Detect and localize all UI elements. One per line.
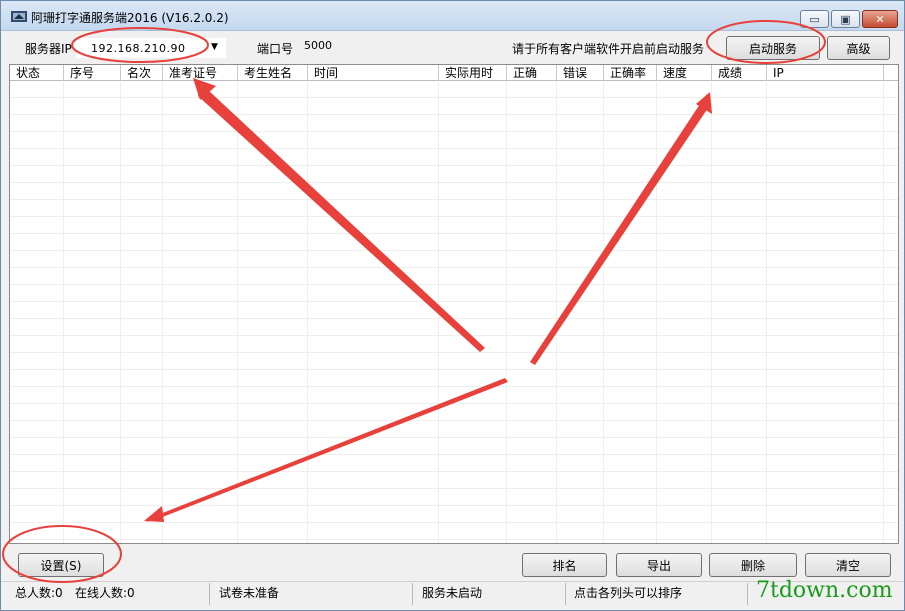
- server-ip-value: 192.168.210.90: [91, 42, 186, 55]
- app-icon: [11, 11, 27, 22]
- column-score[interactable]: 成绩: [712, 65, 767, 81]
- column-rank[interactable]: 名次: [121, 65, 163, 81]
- main-window: 阿珊打字通服务端2016 (V16.2.0.2) ▭ ▣ ✕ 服务器IP 192…: [0, 0, 905, 611]
- minimize-icon: ▭: [809, 12, 820, 26]
- action-bar: 设置(S) 排名 导出 删除 清空: [1, 549, 904, 579]
- column-errors[interactable]: 错误: [557, 65, 604, 81]
- rank-button[interactable]: 排名: [522, 553, 607, 577]
- service-status: 服务未启动: [416, 583, 566, 605]
- port-label: 端口号: [257, 42, 294, 56]
- dropdown-arrow-icon[interactable]: ▼: [211, 42, 218, 52]
- column-student-name[interactable]: 考生姓名: [238, 65, 308, 81]
- settings-button[interactable]: 设置(S): [18, 553, 104, 577]
- sort-hint: 点击各列头可以排序: [568, 583, 748, 605]
- online-count: 在线人数:0: [69, 583, 210, 605]
- advanced-button[interactable]: 高级: [827, 36, 890, 60]
- column-exam-id[interactable]: 准考证号: [163, 65, 238, 81]
- table-header: 状态 序号 名次 准考证号 考生姓名 时间 实际用时 正确 错误 正确率 速度 …: [10, 65, 898, 81]
- column-speed[interactable]: 速度: [657, 65, 712, 81]
- maximize-icon: ▣: [840, 12, 851, 26]
- watermark-text: 7tdown.com: [756, 578, 893, 603]
- results-table[interactable]: 状态 序号 名次 准考证号 考生姓名 时间 实际用时 正确 错误 正确率 速度 …: [9, 64, 899, 544]
- column-accuracy[interactable]: 正确率: [604, 65, 657, 81]
- column-correct[interactable]: 正确: [507, 65, 557, 81]
- start-hint-text: 请于所有客户端软件开启前启动服务: [512, 42, 705, 56]
- close-button[interactable]: ✕: [862, 10, 898, 28]
- delete-button[interactable]: 删除: [709, 553, 797, 577]
- server-ip-label: 服务器IP: [25, 42, 72, 56]
- start-service-button[interactable]: 启动服务: [726, 36, 820, 60]
- total-count: 总人数:0: [15, 586, 63, 600]
- column-index[interactable]: 序号: [64, 65, 121, 81]
- close-icon: ✕: [875, 12, 885, 26]
- window-title: 阿珊打字通服务端2016 (V16.2.0.2): [31, 11, 229, 25]
- column-ip[interactable]: IP: [767, 65, 884, 81]
- column-time[interactable]: 时间: [308, 65, 439, 81]
- paper-status: 试卷未准备: [213, 583, 413, 605]
- maximize-button[interactable]: ▣: [831, 10, 860, 28]
- column-actual-time[interactable]: 实际用时: [439, 65, 507, 81]
- toolbar: 服务器IP 192.168.210.90 ▼ 端口号 5000 请于所有客户端软…: [1, 32, 904, 64]
- clear-button[interactable]: 清空: [805, 553, 891, 577]
- port-value: 5000: [304, 39, 332, 52]
- title-bar[interactable]: 阿珊打字通服务端2016 (V16.2.0.2) ▭ ▣ ✕: [1, 1, 904, 31]
- export-button[interactable]: 导出: [616, 553, 702, 577]
- server-ip-combo[interactable]: 192.168.210.90 ▼: [76, 38, 226, 58]
- minimize-button[interactable]: ▭: [800, 10, 829, 28]
- column-status[interactable]: 状态: [10, 65, 64, 81]
